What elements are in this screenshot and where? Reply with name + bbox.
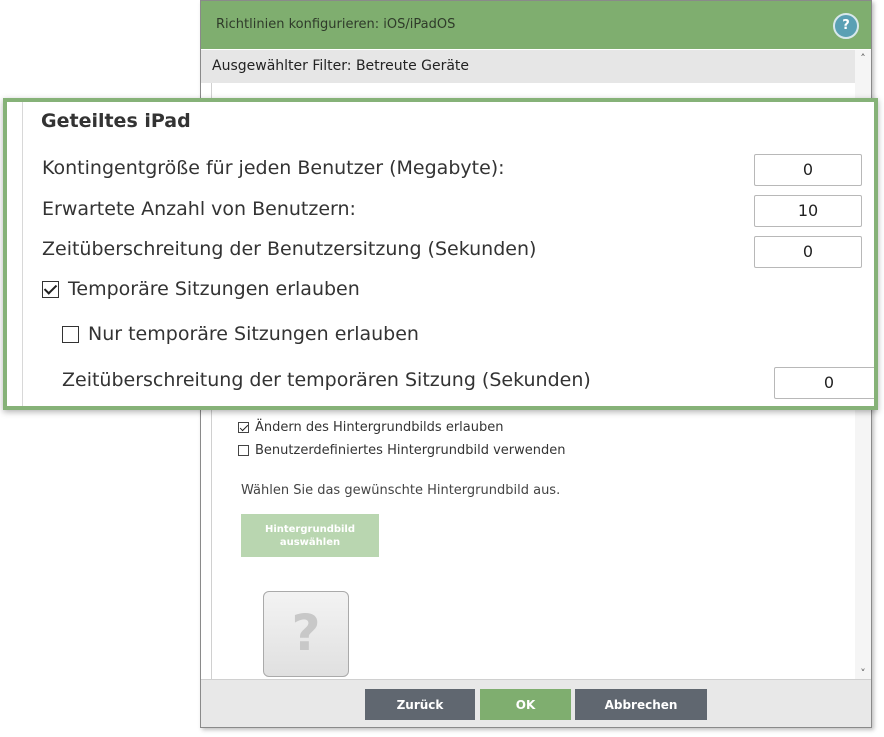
allow-temp-sessions-row[interactable]: Temporäre Sitzungen erlauben	[42, 278, 360, 300]
selected-filter-label: Ausgewählter Filter: Betreute Geräte	[212, 58, 470, 74]
back-button[interactable]: Zurück	[365, 689, 475, 720]
filter-bar: Ausgewählter Filter: Betreute Geräte	[201, 50, 855, 83]
custom-wallpaper-checkbox[interactable]	[238, 445, 249, 456]
allow-wallpaper-change-label: Ändern des Hintergrundbilds erlauben	[255, 420, 504, 435]
dialog-title: Richtlinien konfigurieren: iOS/iPadOS	[216, 17, 456, 32]
allow-temp-sessions-checkbox[interactable]	[42, 280, 59, 298]
temp-session-timeout-label: Zeitüberschreitung der temporären Sitzun…	[62, 369, 591, 391]
allow-wallpaper-change-row[interactable]: Ändern des Hintergrundbilds erlauben	[238, 420, 503, 435]
choose-wallpaper-button[interactable]: Hintergrundbild auswählen	[241, 514, 379, 557]
shared-ipad-heading: Geteiltes iPad	[41, 110, 191, 132]
custom-wallpaper-label: Benutzerdefiniertes Hintergrundbild verw…	[255, 443, 566, 458]
temp-session-timeout-input[interactable]: 0	[774, 367, 874, 399]
custom-wallpaper-row[interactable]: Benutzerdefiniertes Hintergrundbild verw…	[238, 443, 565, 458]
scroll-up-icon[interactable]: ˄	[855, 52, 871, 65]
expected-users-input[interactable]: 10	[754, 195, 862, 227]
cancel-button[interactable]: Abbrechen	[575, 689, 707, 720]
allow-temp-sessions-label: Temporäre Sitzungen erlauben	[68, 278, 360, 300]
expected-users-label: Erwartete Anzahl von Benutzern:	[42, 198, 356, 220]
dialog-titlebar: Richtlinien konfigurieren: iOS/iPadOS ?	[201, 1, 871, 49]
quota-input[interactable]: 0	[754, 154, 862, 186]
session-timeout-input[interactable]: 0	[754, 236, 862, 268]
shared-ipad-zoom-panel: Geteiltes iPad Kontingentgröße für jeden…	[3, 98, 878, 410]
wallpaper-placeholder-image: ?	[263, 591, 349, 677]
question-mark-icon: ?	[291, 604, 321, 662]
dialog-footer: Zurück OK Abbrechen	[201, 679, 871, 727]
session-timeout-label: Zeitüberschreitung der Benutzersitzung (…	[42, 238, 537, 260]
only-temp-sessions-row[interactable]: Nur temporäre Sitzungen erlauben	[62, 323, 419, 345]
help-icon[interactable]: ?	[833, 13, 859, 39]
section-divider	[22, 102, 23, 406]
only-temp-sessions-label: Nur temporäre Sitzungen erlauben	[88, 323, 419, 345]
choose-wallpaper-label-2: auswählen	[279, 536, 341, 548]
ok-button[interactable]: OK	[480, 689, 571, 720]
only-temp-sessions-checkbox[interactable]	[62, 325, 79, 343]
allow-wallpaper-change-checkbox[interactable]	[238, 422, 249, 433]
choose-wallpaper-label-1: Hintergrundbild	[264, 523, 356, 535]
quota-label: Kontingentgröße für jeden Benutzer (Mega…	[42, 157, 505, 179]
wallpaper-hint: Wählen Sie das gewünschte Hintergrundbil…	[241, 483, 561, 498]
